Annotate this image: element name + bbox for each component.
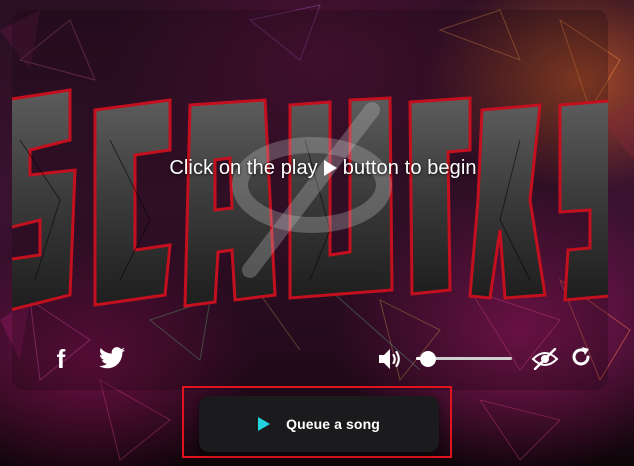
volume-slider-thumb[interactable]	[420, 351, 436, 367]
play-instruction-suffix: button to begin	[342, 157, 477, 179]
volume-slider[interactable]	[416, 351, 512, 367]
channel-banner-art	[12, 88, 608, 312]
music-request-widget: Click on the play button to begin f Queu…	[0, 0, 634, 466]
player-panel: Click on the play button to begin	[12, 10, 608, 390]
eye-slash-icon[interactable]	[530, 346, 560, 372]
queue-song-button[interactable]: Queue a song	[199, 396, 439, 452]
play-instruction: Click on the play button to begin	[12, 157, 608, 180]
refresh-icon[interactable]	[568, 344, 594, 370]
volume-icon[interactable]	[376, 346, 404, 372]
facebook-icon[interactable]: f	[50, 344, 72, 374]
play-icon	[323, 160, 337, 176]
twitter-icon[interactable]	[98, 346, 126, 370]
play-instruction-prefix: Click on the play	[169, 157, 318, 179]
queue-song-label: Queue a song	[286, 416, 380, 432]
play-icon	[258, 417, 271, 431]
